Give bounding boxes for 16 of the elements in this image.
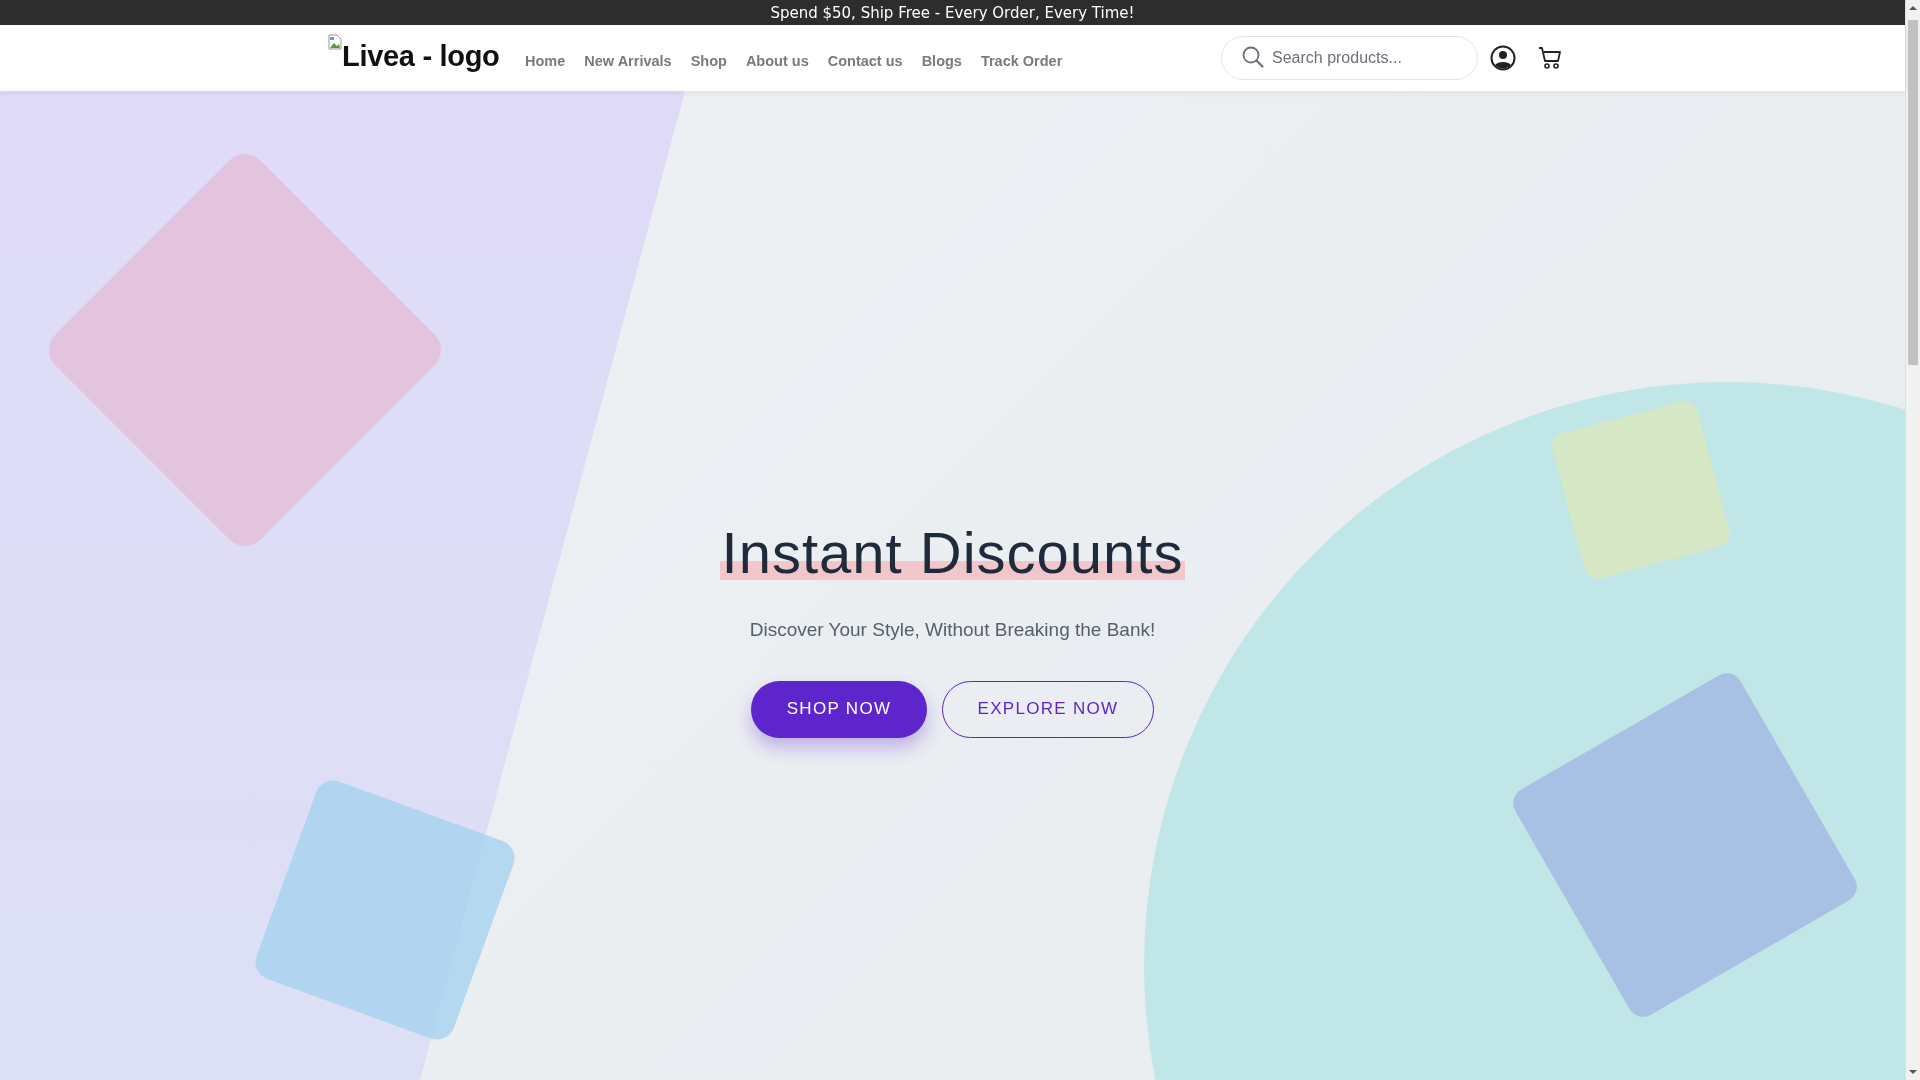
nav-link[interactable]: Track Order bbox=[971, 49, 1072, 73]
search-field[interactable]: Search products... bbox=[1221, 36, 1478, 80]
nav-link[interactable]: Home bbox=[515, 49, 575, 73]
search-icon bbox=[1241, 45, 1265, 69]
nav-link[interactable]: Blogs bbox=[912, 49, 972, 73]
nav-link[interactable]: Contact us bbox=[818, 49, 913, 73]
shop-now-button[interactable]: SHOP NOW bbox=[751, 680, 927, 738]
broken-image-icon bbox=[328, 33, 342, 50]
nav-link[interactable]: Shop bbox=[681, 49, 737, 73]
nav-link[interactable]: New Arrivals bbox=[574, 49, 682, 73]
cart-icon[interactable] bbox=[1538, 46, 1563, 70]
logo-link[interactable]: Livea - logo bbox=[328, 33, 500, 73]
announcement-text: Spend $50, Ship Free - Every Order, Every Time! bbox=[770, 3, 1135, 22]
account-icon[interactable] bbox=[1490, 45, 1516, 71]
nav-link[interactable]: About us bbox=[736, 49, 819, 73]
hero-subtitle: Discover Your Style, Without Breaking the Bank! bbox=[749, 618, 1156, 641]
